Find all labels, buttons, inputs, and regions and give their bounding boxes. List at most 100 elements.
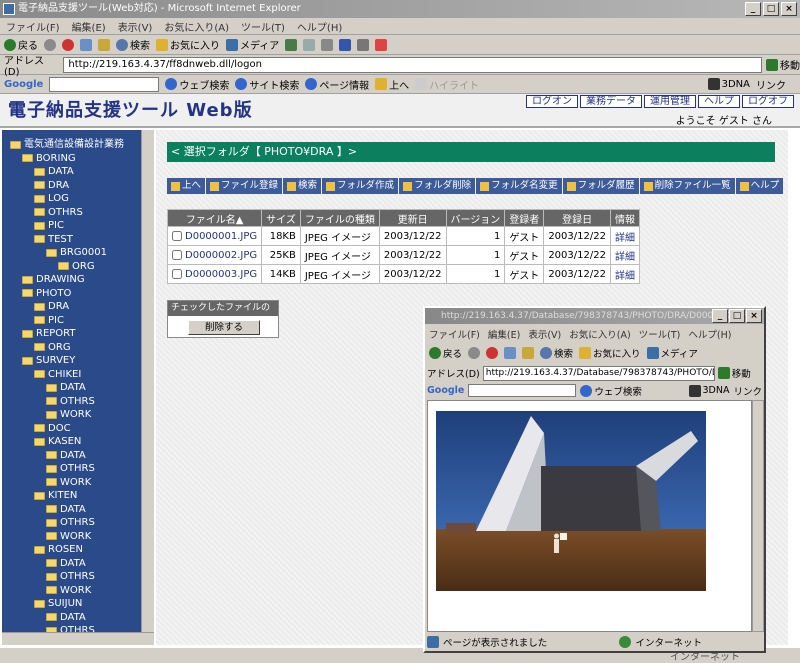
menu-tools[interactable]: ツール(T): [241, 19, 285, 34]
file-checkbox[interactable]: [172, 230, 182, 241]
discuss-button[interactable]: [357, 38, 370, 51]
delete-button[interactable]: 削除する: [188, 320, 260, 335]
print-button[interactable]: [321, 38, 334, 51]
tree-item[interactable]: DRA: [2, 300, 124, 314]
edit-button[interactable]: [339, 38, 352, 51]
tree-item[interactable]: SURVEY: [2, 354, 124, 368]
media-button[interactable]: メディア: [226, 37, 279, 52]
popup-favorites-button[interactable]: お気に入り: [579, 346, 641, 360]
action-create-folder[interactable]: フォルダ作成: [322, 178, 399, 194]
tree-item[interactable]: WORK: [2, 530, 124, 544]
tree-item[interactable]: DOC: [2, 422, 124, 436]
action-deleted-files[interactable]: 削除ファイル一覧: [639, 178, 735, 194]
tree-item[interactable]: BRG0001: [2, 246, 124, 260]
popup-home-button[interactable]: [522, 347, 535, 359]
tree-item[interactable]: REPORT: [2, 327, 124, 341]
popup-3dna-button[interactable]: 3DNA: [688, 384, 729, 397]
action-help[interactable]: ヘルプ: [735, 178, 784, 194]
home-button[interactable]: [98, 38, 110, 51]
tree-item[interactable]: DATA: [2, 165, 124, 179]
detail-link[interactable]: 詳細: [615, 233, 635, 244]
google-search-input[interactable]: [49, 76, 160, 92]
tree-item[interactable]: BORING: [2, 152, 124, 166]
popup-media-button[interactable]: メディア: [646, 346, 698, 360]
menu-view[interactable]: 表示(V): [118, 19, 153, 34]
tree-item[interactable]: PHOTO: [2, 287, 124, 301]
menu-favorites[interactable]: お気に入り(A): [164, 19, 229, 34]
tree-item[interactable]: OTHRS: [2, 516, 124, 530]
nav-help[interactable]: ヘルプ: [698, 95, 740, 108]
popup-go-button[interactable]: 移動: [717, 366, 751, 380]
site-search-button[interactable]: サイト検索: [235, 77, 299, 92]
tree-item[interactable]: ORG: [2, 260, 124, 274]
tree-item[interactable]: ROSEN: [2, 543, 124, 557]
col-size[interactable]: サイズ: [261, 209, 301, 227]
3dna-button[interactable]: 3DNA: [707, 78, 750, 90]
popup-web-search-button[interactable]: ウェブ検索: [580, 384, 642, 398]
refresh-button[interactable]: [80, 38, 92, 51]
col-registered[interactable]: 登録日: [543, 209, 611, 227]
address-input[interactable]: http://219.163.4.37/ff8dnweb.dll/logon: [63, 56, 762, 73]
tree-item[interactable]: DATA: [2, 449, 124, 463]
menu-file[interactable]: ファイル(F): [6, 19, 60, 34]
tree-item[interactable]: CHIKEI: [2, 368, 124, 382]
col-type[interactable]: ファイルの種類: [299, 209, 380, 227]
tree-item[interactable]: PIC: [2, 219, 124, 233]
links-button[interactable]: リンク: [756, 77, 800, 92]
popup-menu-edit[interactable]: 編集(E): [488, 327, 520, 341]
tree-item[interactable]: SUIJUN: [2, 597, 124, 611]
popup-menu-favorites[interactable]: お気に入り(A): [569, 327, 630, 341]
file-name-link[interactable]: D0000001.JPG: [185, 231, 257, 242]
back-button[interactable]: 戻る: [4, 37, 38, 52]
detail-link[interactable]: 詳細: [615, 271, 635, 282]
maximize-button[interactable]: □: [763, 2, 779, 16]
nav-business-data[interactable]: 業務データ: [580, 95, 642, 108]
stop-button[interactable]: [62, 38, 74, 51]
col-owner[interactable]: 登録者: [504, 209, 545, 227]
tree-item[interactable]: DRA: [2, 179, 124, 193]
tree-item[interactable]: WORK: [2, 408, 124, 422]
tree-item[interactable]: WORK: [2, 476, 124, 490]
tree-item[interactable]: DATA: [2, 503, 124, 517]
tree-item[interactable]: PIC: [2, 314, 124, 328]
popup-minimize-button[interactable]: _: [712, 309, 728, 323]
file-name-link[interactable]: D0000003.JPG: [185, 269, 257, 280]
popup-back-button[interactable]: 戻る: [429, 346, 462, 360]
tree-item[interactable]: ORG: [2, 341, 124, 355]
tree-item[interactable]: OTHRS: [2, 570, 124, 584]
action-up[interactable]: 上へ: [167, 178, 206, 194]
tree-item[interactable]: LOG: [2, 192, 124, 206]
web-search-button[interactable]: ウェブ検索: [165, 77, 229, 92]
popup-menu-view[interactable]: 表示(V): [528, 327, 561, 341]
nav-operation[interactable]: 運用管理: [644, 95, 696, 108]
tree-item[interactable]: KASEN: [2, 435, 124, 449]
history-button[interactable]: [285, 38, 298, 51]
tree-item[interactable]: OTHRS: [2, 395, 124, 409]
popup-close-button[interactable]: ×: [746, 309, 762, 323]
popup-maximize-button[interactable]: □: [729, 309, 745, 323]
action-delete-folder[interactable]: フォルダ削除: [399, 178, 476, 194]
action-search[interactable]: 検索: [283, 178, 322, 194]
col-version[interactable]: バージョン: [445, 209, 506, 227]
col-updated[interactable]: 更新日: [378, 209, 447, 227]
popup-forward-button[interactable]: [468, 347, 481, 359]
tree-item[interactable]: DATA: [2, 611, 124, 625]
menu-help[interactable]: ヘルプ(H): [297, 19, 342, 34]
popup-menu-help[interactable]: ヘルプ(H): [688, 327, 731, 341]
mail-button[interactable]: [303, 38, 316, 51]
popup-google-search-input[interactable]: [468, 384, 577, 397]
action-folder-history[interactable]: フォルダ履歴: [562, 178, 639, 194]
file-checkbox[interactable]: [172, 268, 182, 279]
popup-stop-button[interactable]: [486, 347, 499, 359]
popup-menu-file[interactable]: ファイル(F): [429, 327, 480, 341]
up-button[interactable]: 上へ: [375, 77, 409, 92]
tree-item[interactable]: DATA: [2, 381, 124, 395]
tree-item[interactable]: 電気通信設備設計業務: [2, 138, 124, 152]
favorites-button[interactable]: お気に入り: [156, 37, 220, 52]
messenger-button[interactable]: [375, 38, 388, 51]
popup-address-input[interactable]: http://219.163.4.37/Database/798378743/P…: [482, 365, 715, 381]
highlight-button[interactable]: ハイライト: [415, 77, 479, 92]
popup-links-button[interactable]: リンク: [733, 384, 762, 398]
menu-edit[interactable]: 編集(E): [72, 19, 106, 34]
popup-refresh-button[interactable]: [504, 347, 517, 359]
